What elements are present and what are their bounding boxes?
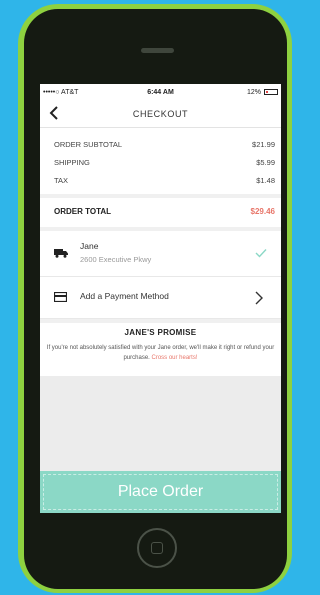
summary-value: $5.99 — [256, 158, 275, 167]
chevron-left-icon — [49, 106, 58, 120]
summary-row-subtotal: ORDER SUBTOTAL $21.99 — [54, 136, 275, 154]
empty-area — [40, 376, 281, 471]
check-icon — [255, 249, 267, 258]
status-indicators: 12% — [200, 89, 278, 96]
summary-row-shipping: SHIPPING $5.99 — [54, 154, 275, 172]
status-time: 6:44 AM — [147, 88, 174, 96]
payment-method-label: Add a Payment Method — [80, 291, 169, 301]
promise-link[interactable]: Cross our hearts! — [152, 355, 198, 361]
nav-bar: CHECKOUT — [40, 100, 281, 128]
page-title: CHECKOUT — [132, 109, 189, 119]
battery-percentage: 12% — [246, 88, 261, 96]
promise-title: JANE'S PROMISE — [124, 328, 197, 337]
delivery-address-row[interactable]: Jane 2600 Executive Pkwy — [40, 232, 281, 277]
truck-icon — [54, 249, 68, 258]
order-total-row: ORDER TOTAL $29.46 — [54, 202, 275, 222]
summary-value: $21.99 — [252, 140, 275, 149]
app-screen: •••••○ AT&T 6:44 AM 12% CHECKOUT ORDER S… — [40, 84, 281, 513]
summary-label: ORDER SUBTOTAL — [54, 140, 123, 149]
add-payment-method-row[interactable]: Add a Payment Method — [40, 277, 281, 319]
order-total-label: ORDER TOTAL — [54, 207, 112, 216]
back-button[interactable] — [45, 103, 63, 123]
delivery-name: Jane — [80, 241, 99, 251]
delivery-address: 2600 Executive Pkwy — [80, 255, 152, 264]
section-divider — [40, 319, 281, 323]
home-button[interactable] — [137, 528, 177, 568]
summary-label: TAX — [54, 176, 69, 185]
promise-section: JANE'S PROMISE If you're not absolutely … — [40, 328, 281, 363]
summary-row-tax: TAX $1.48 — [54, 172, 275, 190]
home-square-icon — [151, 542, 163, 554]
chevron-right-icon — [255, 291, 263, 305]
credit-card-icon — [54, 292, 67, 302]
status-bar: •••••○ AT&T 6:44 AM 12% — [40, 84, 281, 100]
section-divider — [40, 194, 281, 198]
summary-label: SHIPPING — [54, 158, 90, 167]
section-divider — [40, 227, 281, 231]
carrier-label: •••••○ AT&T — [43, 88, 79, 96]
order-summary: ORDER SUBTOTAL $21.99 SHIPPING $5.99 TAX… — [54, 136, 275, 190]
promise-text-block: If you're not absolutely satisfied with … — [40, 343, 281, 363]
summary-value: $1.48 — [256, 176, 275, 185]
place-order-button[interactable]: Place Order — [40, 471, 281, 513]
battery-icon — [263, 89, 278, 95]
order-total-value: $29.46 — [250, 207, 275, 216]
phone-speaker — [141, 48, 174, 53]
